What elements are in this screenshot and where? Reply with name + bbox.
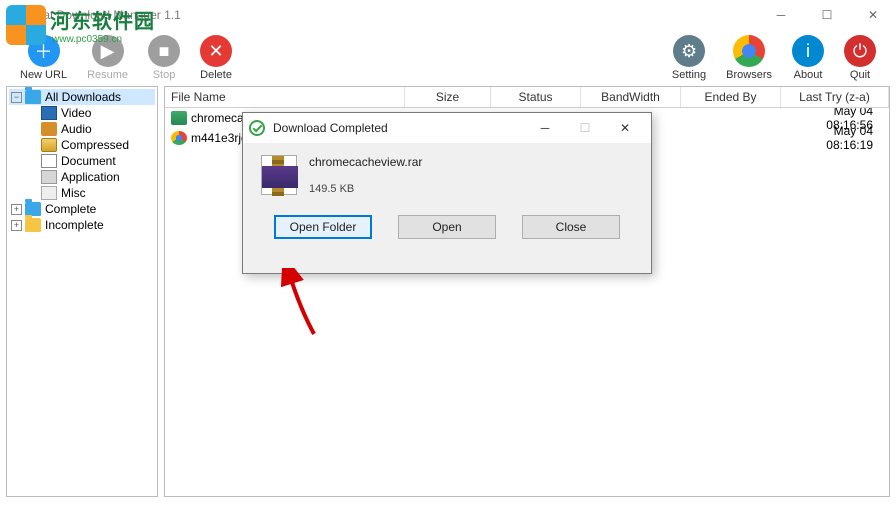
resume-label: Resume [87,69,128,81]
close-button[interactable]: Close [522,215,620,239]
col-status[interactable]: Status [491,87,581,107]
stop-label: Stop [153,69,176,81]
chrome-icon [171,131,187,145]
tree-label: Audio [61,122,92,136]
tree-all-downloads[interactable]: − All Downloads [9,89,155,105]
tree-misc[interactable]: Misc [25,185,155,201]
tree-document[interactable]: Document [25,153,155,169]
tree-audio[interactable]: Audio [25,121,155,137]
info-icon: i [792,35,824,67]
about-label: About [794,69,823,81]
window-titlebar: Neat Download Manager 1.1 ─ ☐ ✕ [0,0,896,30]
resume-button[interactable]: ▶ Resume [87,35,128,81]
tree-label: Video [61,106,91,120]
quit-label: Quit [850,69,870,81]
window-close[interactable]: ✕ [850,0,896,30]
checkmark-icon [249,120,265,136]
tree-compressed[interactable]: Compressed [25,137,155,153]
archive-icon [171,111,187,125]
col-endedby[interactable]: Ended By [681,87,781,107]
col-filename[interactable]: File Name [165,87,405,107]
toolbar: ＋ New URL ▶ Resume ■ Stop ✕ Delete ⚙ Set… [0,30,896,86]
chrome-icon [733,35,765,67]
delete-label: Delete [200,69,232,81]
column-headers: File Name Size Status BandWidth Ended By… [165,87,889,108]
col-size[interactable]: Size [405,87,491,107]
row-lasttry: May 04 08:16:19 [781,122,889,154]
stop-button[interactable]: ■ Stop [148,35,180,81]
power-icon: ⏻ [844,35,876,67]
quit-button[interactable]: ⏻ Quit [844,35,876,81]
tree-application[interactable]: Application [25,169,155,185]
window-maximize[interactable]: ☐ [804,0,850,30]
setting-label: Setting [672,69,706,81]
open-button[interactable]: Open [398,215,496,239]
document-icon [41,154,57,168]
download-completed-dialog: Download Completed ─ ☐ ✕ chromecacheview… [242,112,652,274]
new-url-label: New URL [20,69,67,81]
dialog-titlebar: Download Completed ─ ☐ ✕ [243,113,651,143]
new-url-button[interactable]: ＋ New URL [20,35,67,81]
collapse-icon[interactable]: − [11,92,22,103]
tree-label: Compressed [61,138,129,152]
stop-icon: ■ [148,35,180,67]
browsers-button[interactable]: Browsers [726,35,772,81]
misc-icon [41,186,57,200]
dialog-title: Download Completed [273,121,388,135]
tree-label: Application [61,170,120,184]
audio-icon [41,122,57,136]
dialog-minimize[interactable]: ─ [525,114,565,142]
folder-icon [25,90,41,104]
tree-label: Complete [45,202,96,216]
window-buttons: ─ ☐ ✕ [758,0,896,30]
col-lasttry[interactable]: Last Try (z-a) [781,87,889,107]
expand-icon[interactable]: + [11,204,22,215]
about-button[interactable]: i About [792,35,824,81]
video-icon [41,106,57,120]
dialog-filename: chromecacheview.rar [309,155,422,169]
application-icon [41,170,57,184]
delete-button[interactable]: ✕ Delete [200,35,232,81]
gear-icon: ⚙ [673,35,705,67]
setting-button[interactable]: ⚙ Setting [672,35,706,81]
archive-icon [41,138,57,152]
col-bandwidth[interactable]: BandWidth [581,87,681,107]
play-icon: ▶ [92,35,124,67]
browsers-label: Browsers [726,69,772,81]
rar-file-icon [261,155,297,195]
window-title: Neat Download Manager 1.1 [28,8,181,22]
open-folder-button[interactable]: Open Folder [274,215,372,239]
dialog-filesize: 149.5 KB [309,183,422,195]
dialog-close[interactable]: ✕ [605,114,645,142]
expand-icon[interactable]: + [11,220,22,231]
tree-label: All Downloads [45,90,121,104]
folder-icon [25,218,41,232]
x-icon: ✕ [200,35,232,67]
tree-label: Document [61,154,116,168]
category-tree: − All Downloads Video Audio Compressed [6,86,158,497]
app-icon [6,7,22,23]
plus-icon: ＋ [28,35,60,67]
tree-video[interactable]: Video [25,105,155,121]
tree-incomplete[interactable]: + Incomplete [9,217,155,233]
folder-icon [25,202,41,216]
tree-label: Incomplete [45,218,104,232]
window-minimize[interactable]: ─ [758,0,804,30]
tree-label: Misc [61,186,86,200]
dialog-maximize[interactable]: ☐ [565,114,605,142]
